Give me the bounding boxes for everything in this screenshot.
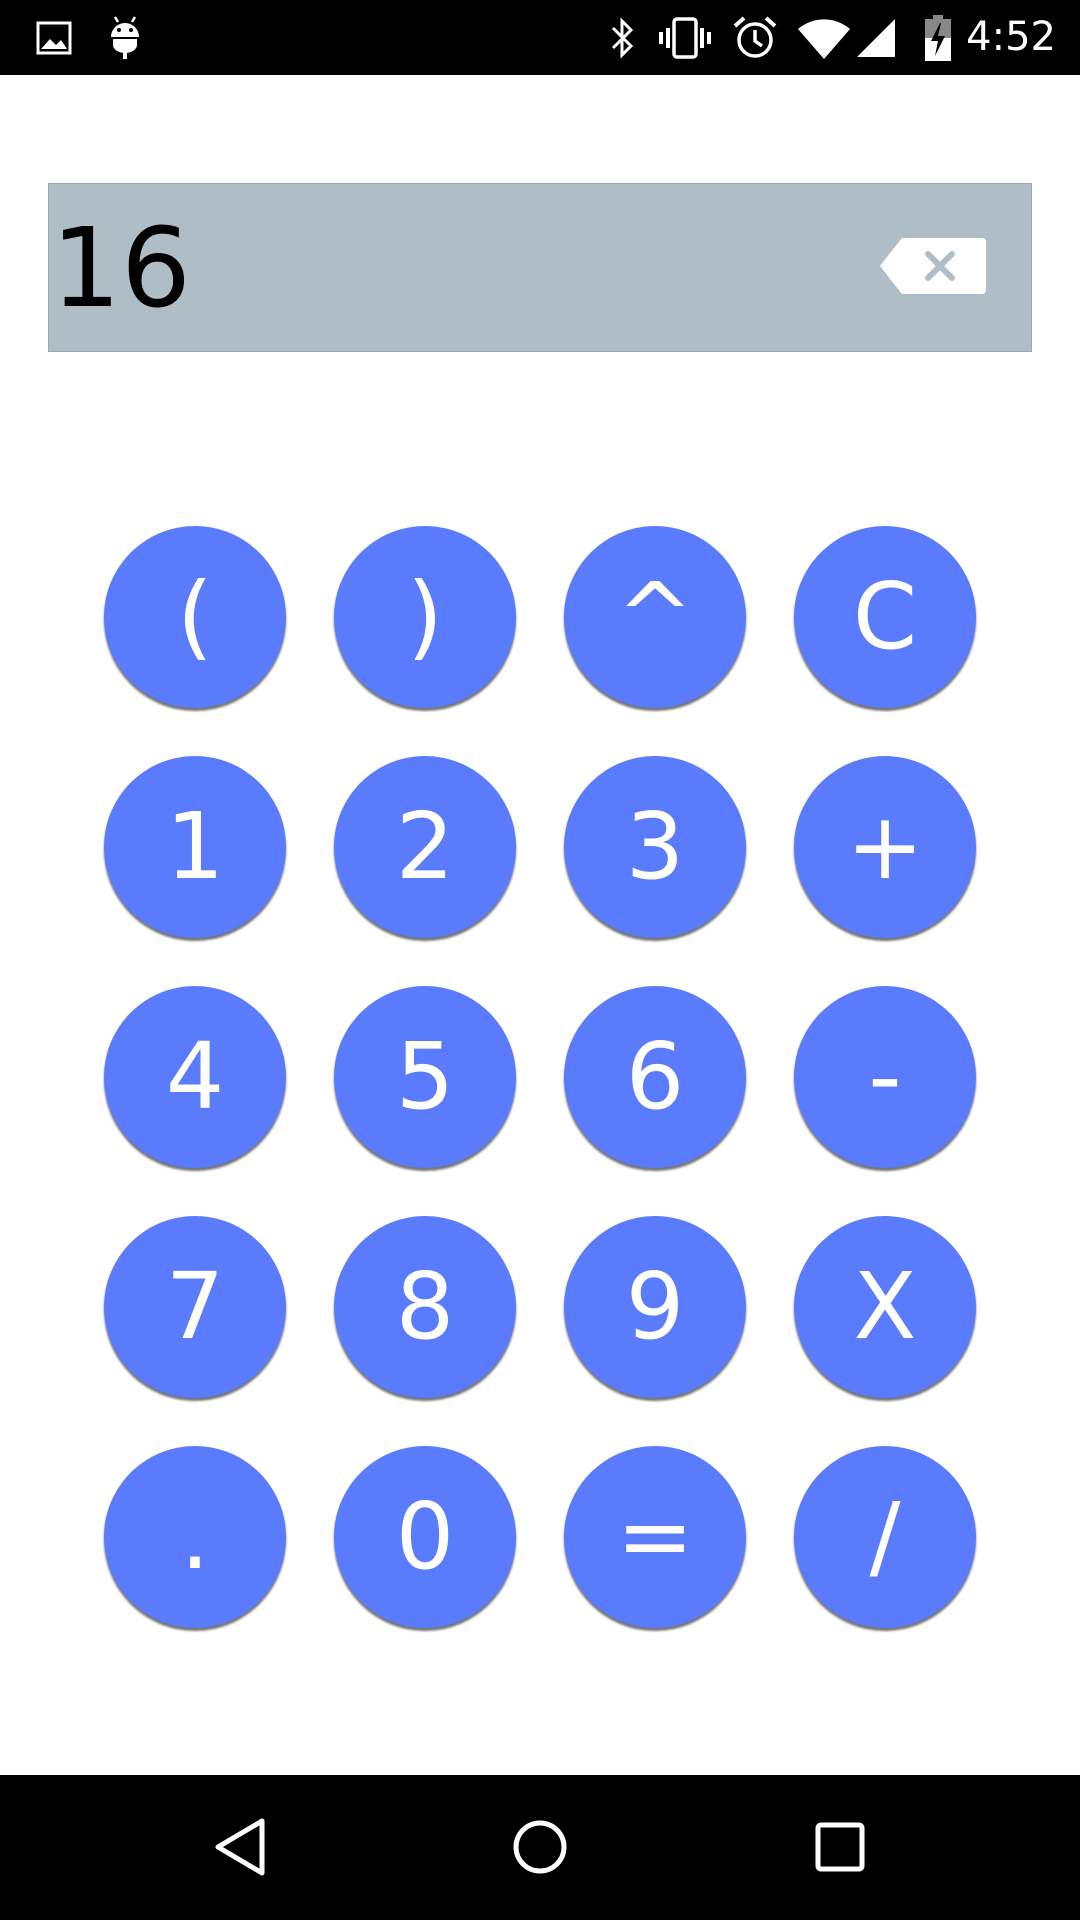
key-1[interactable]: 1: [104, 756, 286, 938]
cell-signal-icon: [854, 14, 898, 62]
key-6[interactable]: 6: [564, 986, 746, 1168]
battery-charging-icon: [918, 14, 958, 62]
back-button[interactable]: [190, 1797, 290, 1897]
recents-button[interactable]: [790, 1797, 890, 1897]
key-3[interactable]: 3: [564, 756, 746, 938]
key-label: 5: [395, 1023, 455, 1130]
key-label: 6: [625, 1023, 685, 1130]
display-value: 16: [51, 204, 191, 332]
key-label: 8: [395, 1253, 455, 1360]
android-debug-icon: [105, 14, 145, 62]
key-multiply[interactable]: X: [794, 1216, 976, 1398]
key-label: .: [180, 1483, 210, 1590]
key-label: 9: [625, 1253, 685, 1360]
key-4[interactable]: 4: [104, 986, 286, 1168]
key-clear[interactable]: C: [794, 526, 976, 708]
navigation-bar: [0, 1775, 1080, 1920]
key-label: (: [177, 563, 213, 670]
key-7[interactable]: 7: [104, 1216, 286, 1398]
key-close-paren[interactable]: ): [334, 526, 516, 708]
key-label: X: [853, 1253, 917, 1360]
recents-icon: [815, 1822, 865, 1872]
key-label: ^: [616, 563, 694, 670]
key-2[interactable]: 2: [334, 756, 516, 938]
key-9[interactable]: 9: [564, 1216, 746, 1398]
key-open-paren[interactable]: (: [104, 526, 286, 708]
home-icon: [513, 1820, 567, 1874]
key-5[interactable]: 5: [334, 986, 516, 1168]
key-divide[interactable]: /: [794, 1446, 976, 1628]
vibrate-icon: [657, 14, 713, 62]
status-bar: 4:52: [0, 0, 1080, 75]
key-label: /: [869, 1483, 901, 1590]
key-0[interactable]: 0: [334, 1446, 516, 1628]
alarm-icon: [731, 14, 779, 62]
key-label: ): [407, 563, 443, 670]
key-8[interactable]: 8: [334, 1216, 516, 1398]
key-equals[interactable]: =: [564, 1446, 746, 1628]
backspace-button[interactable]: [878, 236, 988, 296]
status-time: 4:52: [966, 14, 1056, 60]
key-label: 3: [625, 793, 685, 900]
key-label: 1: [165, 793, 225, 900]
key-power[interactable]: ^: [564, 526, 746, 708]
gallery-icon: [34, 14, 74, 62]
home-button[interactable]: [490, 1797, 590, 1897]
expression-display: 16: [48, 183, 1032, 352]
back-icon: [215, 1818, 265, 1876]
bluetooth-icon: [606, 14, 640, 62]
key-label: C: [852, 563, 918, 670]
key-plus[interactable]: +: [794, 756, 976, 938]
key-label: +: [846, 793, 924, 900]
key-label: =: [616, 1483, 694, 1590]
key-label: 4: [165, 1023, 225, 1130]
key-decimal[interactable]: .: [104, 1446, 286, 1628]
key-label: 2: [395, 793, 455, 900]
key-label: 7: [165, 1253, 225, 1360]
wifi-icon: [796, 14, 852, 62]
key-label: 0: [395, 1483, 455, 1590]
key-minus[interactable]: -: [794, 986, 976, 1168]
calculator-screen: 4:52 16 ( ) ^ C 1 2 3 + 4 5 6 - 7 8 9 X …: [0, 0, 1080, 1920]
backspace-icon: [880, 238, 986, 294]
key-label: -: [868, 1023, 902, 1130]
